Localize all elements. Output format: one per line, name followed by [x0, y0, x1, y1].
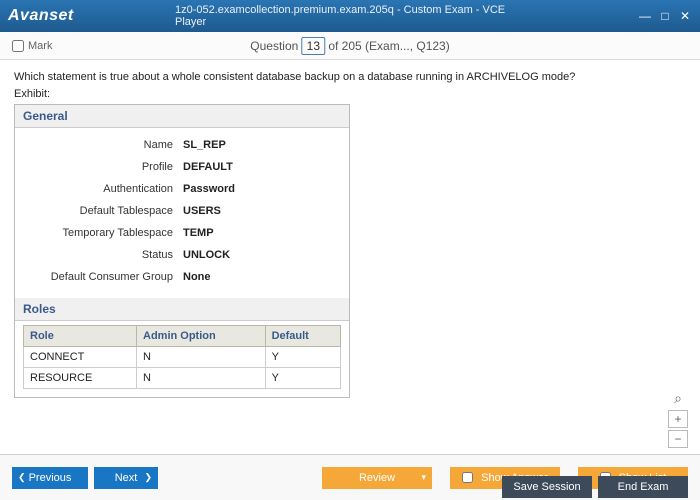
field-value: UNLOCK	[183, 249, 230, 261]
minimize-icon[interactable]: —	[638, 9, 652, 23]
exhibit-panel: General NameSL_REP ProfileDEFAULT Authen…	[14, 104, 350, 398]
field-label: Temporary Tablespace	[23, 227, 183, 239]
field-label: Name	[23, 139, 183, 151]
close-icon[interactable]: ✕	[678, 9, 692, 23]
field-row: NameSL_REP	[23, 134, 341, 156]
exhibit-label: Exhibit:	[14, 88, 686, 100]
question-suffix: of 205 (Exam..., Q123)	[325, 39, 450, 53]
zoom-controls: ⌕ + −	[668, 390, 688, 448]
cell: RESOURCE	[24, 368, 137, 389]
cell: Y	[265, 368, 340, 389]
window-title: 1z0-052.examcollection.premium.exam.205q…	[175, 4, 525, 28]
roles-table: Role Admin Option Default CONNECT N Y RE…	[23, 325, 341, 389]
question-bar: Mark Question 13 of 205 (Exam..., Q123)	[0, 32, 700, 60]
btn-label: Review	[359, 472, 395, 484]
window-controls: — □ ✕	[638, 9, 692, 23]
field-row: Default Consumer GroupNone	[23, 266, 341, 288]
field-value: USERS	[183, 205, 221, 217]
col-role: Role	[24, 326, 137, 347]
chevron-right-icon: ❯	[144, 472, 152, 483]
field-row: StatusUNLOCK	[23, 244, 341, 266]
field-row: AuthenticationPassword	[23, 178, 341, 200]
cell: N	[137, 368, 266, 389]
zoom-out-button[interactable]: −	[668, 430, 688, 448]
table-row: RESOURCE N Y	[24, 368, 341, 389]
previous-button[interactable]: ❮Previous	[12, 467, 88, 489]
end-exam-button[interactable]: End Exam	[598, 476, 688, 498]
field-label: Profile	[23, 161, 183, 173]
btn-label: Previous	[29, 472, 72, 484]
magnify-icon[interactable]: ⌕	[668, 390, 688, 408]
question-number: 13	[302, 37, 325, 55]
btn-label: Next	[115, 472, 138, 484]
general-header: General	[15, 105, 349, 128]
field-row: Temporary TablespaceTEMP	[23, 222, 341, 244]
cell: N	[137, 347, 266, 368]
cell: Y	[265, 347, 340, 368]
mark-label-text: Mark	[28, 40, 52, 52]
chevron-down-icon: ▾	[421, 472, 426, 483]
general-fields: NameSL_REP ProfileDEFAULT Authentication…	[15, 128, 349, 298]
col-admin: Admin Option	[137, 326, 266, 347]
field-value: TEMP	[183, 227, 214, 239]
col-default: Default	[265, 326, 340, 347]
field-value: None	[183, 271, 211, 283]
mark-checkbox[interactable]	[12, 40, 24, 52]
field-value: DEFAULT	[183, 161, 233, 173]
mark-checkbox-label[interactable]: Mark	[12, 40, 52, 52]
content-area: Which statement is true about a whole co…	[0, 60, 700, 454]
cell: CONNECT	[24, 347, 137, 368]
field-label: Authentication	[23, 183, 183, 195]
field-label: Default Consumer Group	[23, 271, 183, 283]
field-row: Default TablespaceUSERS	[23, 200, 341, 222]
next-button[interactable]: Next ❯	[94, 467, 158, 489]
question-info: Question 13 of 205 (Exam..., Q123)	[250, 39, 449, 53]
app-logo: Avanset	[8, 7, 74, 25]
question-word: Question	[250, 39, 298, 53]
titlebar: Avanset 1z0-052.examcollection.premium.e…	[0, 0, 700, 32]
save-session-button[interactable]: Save Session	[502, 476, 592, 498]
zoom-in-button[interactable]: +	[668, 410, 688, 428]
show-answer-checkbox[interactable]	[462, 472, 473, 483]
table-header-row: Role Admin Option Default	[24, 326, 341, 347]
roles-header: Roles	[15, 298, 349, 321]
table-row: CONNECT N Y	[24, 347, 341, 368]
field-value: Password	[183, 183, 235, 195]
chevron-left-icon: ❮	[18, 472, 26, 483]
field-row: ProfileDEFAULT	[23, 156, 341, 178]
maximize-icon[interactable]: □	[658, 9, 672, 23]
review-button[interactable]: Review ▾	[322, 467, 432, 489]
question-text: Which statement is true about a whole co…	[14, 70, 686, 84]
field-label: Default Tablespace	[23, 205, 183, 217]
field-value: SL_REP	[183, 139, 226, 151]
field-label: Status	[23, 249, 183, 261]
